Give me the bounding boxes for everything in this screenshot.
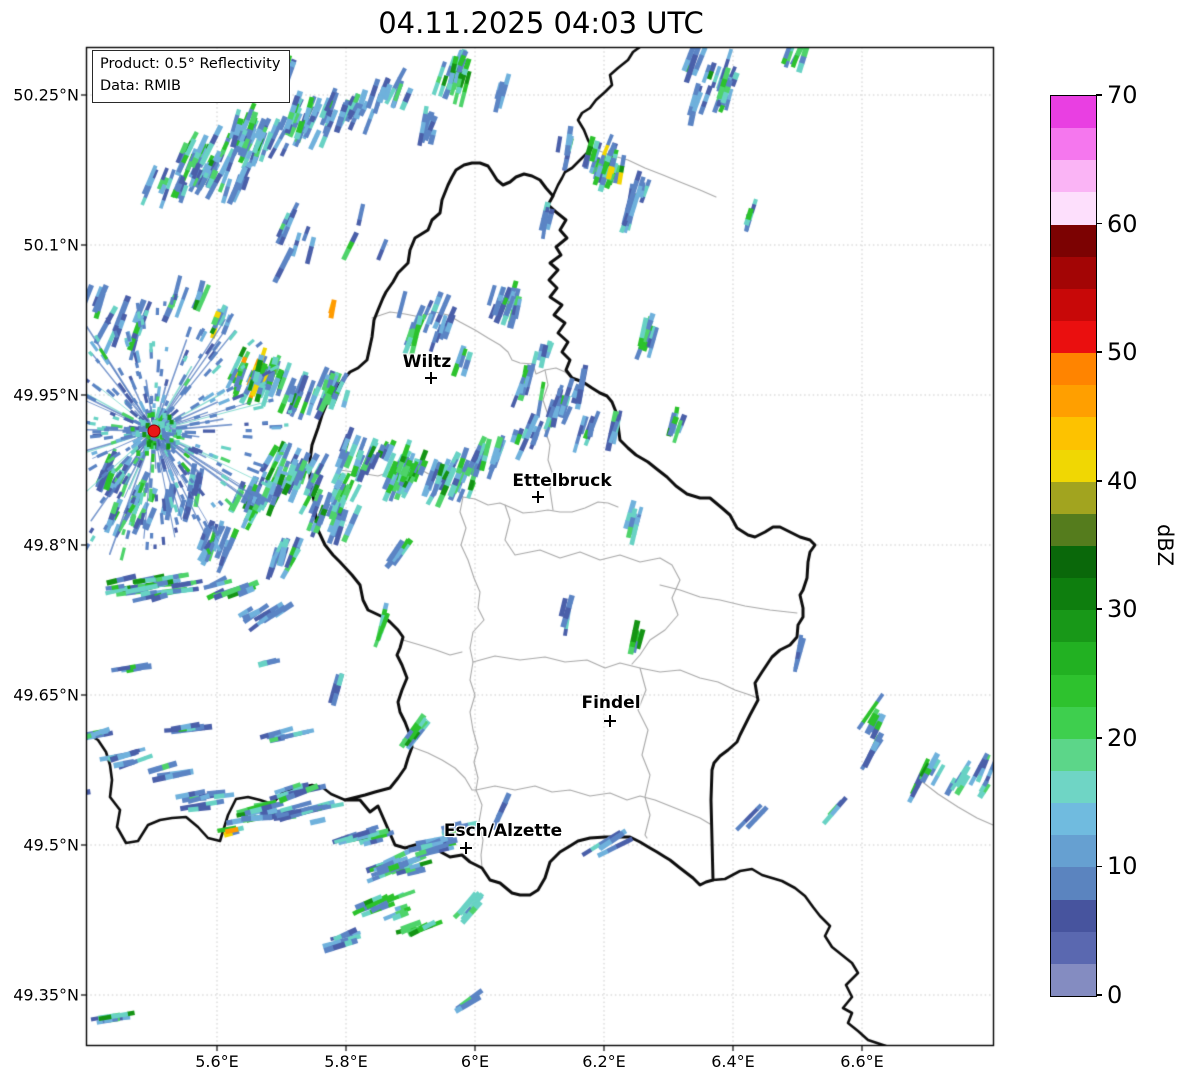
- colorbar-band: [1051, 706, 1096, 739]
- colorbar-band: [1051, 963, 1096, 996]
- colorbar-band: [1051, 578, 1096, 611]
- colorbar-band: [1051, 224, 1096, 257]
- colorbar-tick-label: 60: [1107, 209, 1138, 238]
- colorbar-band: [1051, 899, 1096, 932]
- colorbar-tick-label: 70: [1107, 81, 1138, 109]
- colorbar-tick-label: 20: [1107, 723, 1138, 752]
- colorbar-band: [1051, 288, 1096, 321]
- colorbar-band: [1051, 610, 1096, 643]
- colorbar-gradient: [1050, 95, 1097, 997]
- city-label: Findel: [581, 693, 641, 713]
- colorbar-tick-label: 40: [1107, 466, 1138, 495]
- colorbar-tick: [1096, 737, 1102, 739]
- colorbar-band: [1051, 353, 1096, 386]
- colorbar-tick: [1096, 479, 1102, 482]
- y-tick-label: 50.1°N: [23, 235, 79, 255]
- colorbar-band: [1051, 803, 1096, 836]
- city-plus-marker: [604, 715, 616, 727]
- y-tick-label: 49.5°N: [23, 835, 79, 855]
- x-tick-label: 6.2°E: [582, 1052, 626, 1071]
- city-plus-marker: [532, 491, 544, 503]
- colorbar-band: [1051, 738, 1096, 771]
- colorbar-band: [1051, 417, 1096, 450]
- y-tick-label: 49.65°N: [13, 685, 79, 705]
- product-info-box: Product: 0.5° Reflectivity Data: RMIB: [92, 50, 291, 103]
- colorbar-tick: [1096, 608, 1102, 611]
- y-tick-label: 49.95°N: [13, 385, 79, 405]
- x-tick-label: 6.6°E: [840, 1052, 884, 1071]
- y-tick-label: 49.8°N: [23, 535, 79, 555]
- x-tick-label: 6°E: [460, 1052, 490, 1071]
- radar-site-marker: [147, 424, 161, 438]
- y-tick-label: 49.35°N: [13, 985, 79, 1005]
- x-tick-label: 5.8°E: [324, 1052, 368, 1071]
- city-label: Ettelbruck: [512, 471, 612, 491]
- city-label: Esch/Alzette: [443, 821, 563, 841]
- colorbar-band: [1051, 481, 1096, 514]
- colorbar-tick: [1096, 222, 1102, 225]
- product-info-line: Product: 0.5° Reflectivity: [100, 56, 281, 72]
- colorbar-band: [1051, 674, 1096, 707]
- colorbar-band: [1051, 192, 1096, 225]
- colorbar-band: [1051, 320, 1096, 354]
- colorbar-tick-label: 30: [1107, 595, 1138, 624]
- colorbar-tick: [1096, 865, 1102, 868]
- colorbar-band: [1051, 545, 1096, 579]
- colorbar-band: [1051, 867, 1096, 900]
- colorbar-unit-label: dBZ: [1153, 523, 1177, 567]
- colorbar-band: [1051, 835, 1096, 868]
- colorbar-band: [1051, 256, 1096, 289]
- x-tick-label: 5.6°E: [195, 1052, 239, 1071]
- colorbar-tick: [1096, 351, 1102, 353]
- city-plus-marker: [425, 372, 437, 384]
- colorbar-tick-label: 10: [1107, 852, 1138, 881]
- colorbar-band: [1051, 128, 1096, 161]
- colorbar-band: [1051, 385, 1096, 418]
- data-source-line: Data: RMIB: [100, 77, 181, 94]
- city-plus-marker: [460, 842, 472, 854]
- colorbar-tick: [1096, 94, 1102, 96]
- colorbar-band: [1051, 513, 1096, 546]
- city-label: Wiltz: [402, 352, 452, 372]
- colorbar-tick-label: 0: [1107, 981, 1123, 1009]
- figure-title: 04.11.2025 04:03 UTC: [378, 6, 704, 40]
- radar-figure: 04.11.2025 04:03 UTC Product: 0.5° Refle…: [0, 0, 1184, 1081]
- colorbar-band: [1051, 931, 1096, 964]
- y-tick-label: 50.25°N: [13, 85, 79, 105]
- colorbar-band: [1051, 770, 1096, 804]
- colorbar-tick-label: 50: [1107, 338, 1138, 367]
- radar-map-canvas: [0, 0, 1184, 1081]
- x-tick-label: 6.4°E: [711, 1052, 755, 1071]
- colorbar-band: [1051, 642, 1096, 675]
- colorbar-band: [1051, 160, 1096, 193]
- colorbar-tick: [1096, 994, 1102, 996]
- colorbar-band: [1051, 449, 1096, 482]
- colorbar-band: [1051, 96, 1096, 129]
